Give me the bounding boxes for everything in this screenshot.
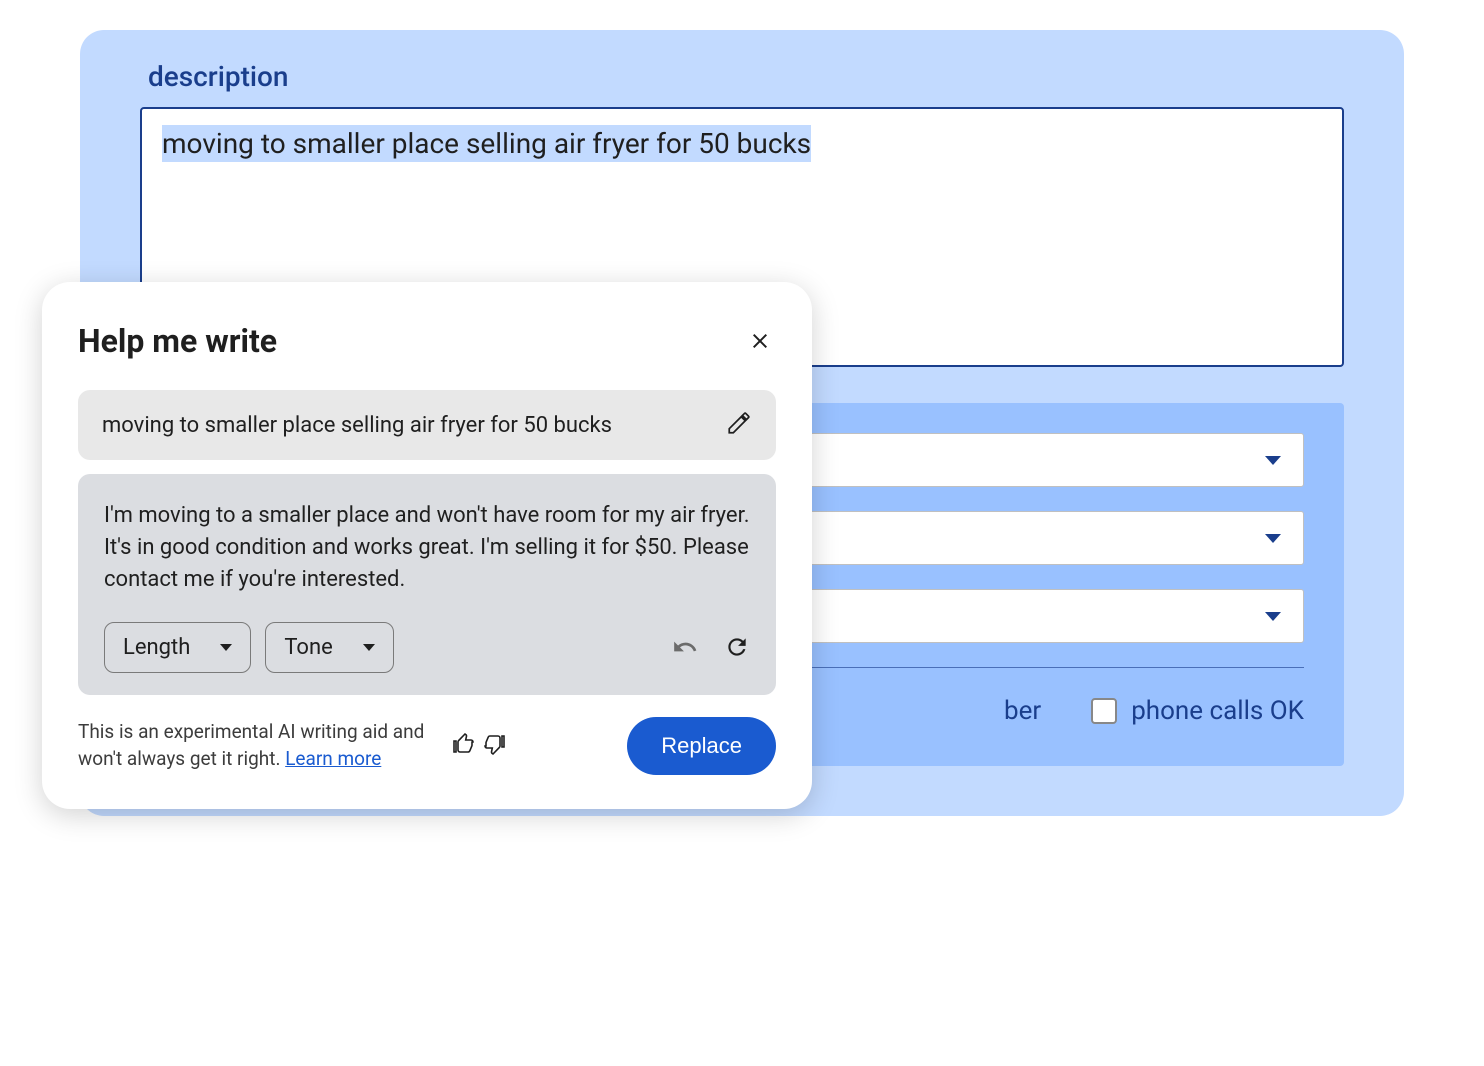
suggestion-text: I'm moving to a smaller place and won't … [104,500,750,596]
checkbox-phone-calls[interactable] [1091,698,1117,724]
tone-dropdown[interactable]: Tone [265,622,393,673]
length-dropdown[interactable]: Length [104,622,251,673]
chevron-down-icon [1265,612,1281,621]
chevron-down-icon [363,644,375,651]
suggestion-box: I'm moving to a smaller place and won't … [78,474,776,695]
thumbs-up-button[interactable] [452,732,476,760]
replace-button[interactable]: Replace [627,717,776,775]
thumbs-down-icon [482,732,506,756]
chevron-down-icon [1265,534,1281,543]
regenerate-button[interactable] [724,634,750,660]
description-text-selected: moving to smaller place selling air frye… [162,125,811,162]
partial-text: ber [1004,696,1041,726]
help-me-write-modal: Help me write moving to smaller place se… [42,282,812,809]
undo-button[interactable] [672,634,698,660]
thumbs-down-button[interactable] [482,732,506,760]
checkbox-label: phone calls OK [1131,696,1304,726]
modal-title: Help me write [78,322,277,360]
refresh-icon [724,634,750,660]
prompt-box: moving to smaller place selling air frye… [78,390,776,460]
edit-prompt-button[interactable] [726,410,752,440]
phone-calls-checkbox-group[interactable]: phone calls OK [1091,696,1304,726]
learn-more-link[interactable]: Learn more [285,747,381,770]
chevron-down-icon [1265,456,1281,465]
disclaimer-text: This is an experimental AI writing aid a… [78,719,438,772]
description-label: description [148,60,1344,93]
prompt-text: moving to smaller place selling air frye… [102,413,612,438]
length-label: Length [123,635,190,660]
chevron-down-icon [220,644,232,651]
close-button[interactable] [744,325,776,357]
tone-label: Tone [284,635,332,660]
close-icon [748,329,772,353]
undo-icon [672,634,698,660]
thumbs-up-icon [452,732,476,756]
pencil-icon [726,410,752,436]
